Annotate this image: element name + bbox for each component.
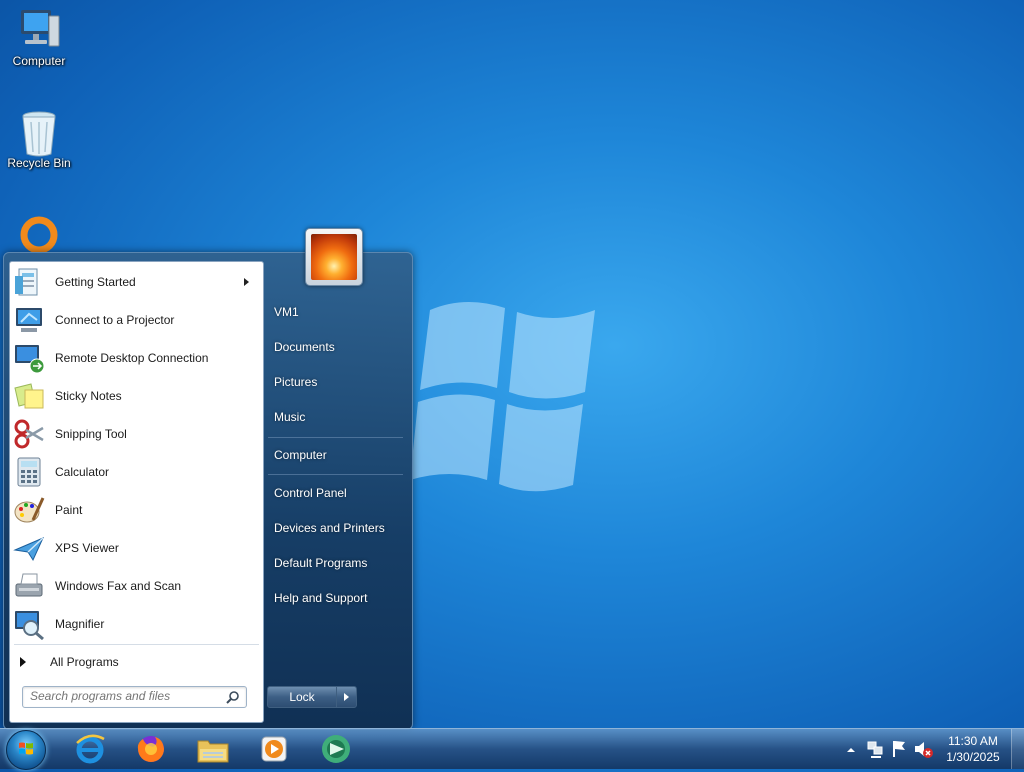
getting-started-icon (13, 266, 45, 298)
program-label: Snipping Tool (55, 427, 127, 441)
avatar-flower-icon (311, 234, 357, 280)
program-connect-to-projector[interactable]: Connect to a Projector (13, 302, 259, 338)
tray-action-center[interactable] (889, 729, 909, 769)
taskbar-media-player[interactable] (256, 731, 292, 767)
chevron-right-icon (344, 693, 349, 701)
all-programs-label: All Programs (50, 655, 119, 669)
media-player-icon (261, 736, 287, 762)
search-input[interactable] (23, 687, 220, 705)
right-pane-divider (268, 437, 403, 438)
taskbar-app[interactable] (318, 731, 354, 767)
program-label: XPS Viewer (55, 541, 119, 555)
user-avatar[interactable] (305, 228, 363, 286)
start-right-documents[interactable]: Documents (271, 333, 406, 361)
program-label: Connect to a Projector (55, 313, 175, 327)
taskbar-file-explorer[interactable] (195, 731, 231, 767)
start-button[interactable] (6, 730, 46, 770)
desktop-icon-recycle-bin[interactable]: Recycle Bin (0, 110, 78, 170)
program-magnifier[interactable]: Magnifier (13, 606, 259, 642)
clock-date: 1/30/2025 (946, 750, 1000, 764)
start-right-default-programs[interactable]: Default Programs (271, 549, 406, 577)
program-label: Windows Fax and Scan (55, 579, 182, 593)
program-paint[interactable]: Paint (13, 492, 259, 528)
start-right-user-folder[interactable]: VM1 (271, 298, 406, 326)
desktop-icon-label: Computer (12, 54, 66, 68)
internet-explorer-icon (76, 734, 105, 764)
chevron-up-icon (847, 748, 855, 752)
projector-icon (13, 304, 45, 336)
fax-scan-icon (13, 570, 45, 602)
snipping-tool-icon (13, 418, 45, 450)
taskbar-internet-explorer[interactable] (72, 731, 108, 767)
program-remote-desktop[interactable]: Remote Desktop Connection (13, 340, 259, 376)
program-xps-viewer[interactable]: XPS Viewer (13, 530, 259, 566)
all-programs-button[interactable]: All Programs (20, 652, 119, 672)
power-options-arrow-button[interactable] (336, 686, 357, 708)
firefox-icon (137, 736, 164, 762)
sticky-notes-icon (13, 380, 45, 412)
wallpaper-windows-logo (405, 280, 630, 495)
program-calculator[interactable]: Calculator (13, 454, 259, 490)
start-right-computer[interactable]: Computer (271, 441, 406, 469)
volume-muted-icon (915, 742, 933, 758)
tray-volume[interactable] (912, 729, 934, 769)
submenu-arrow-icon (244, 278, 249, 286)
program-label: Remote Desktop Connection (55, 351, 209, 365)
recycle-bin-icon (15, 110, 63, 157)
all-programs-arrow-icon (20, 657, 26, 667)
program-getting-started[interactable]: Getting Started (13, 264, 259, 300)
show-desktop-button[interactable] (1011, 729, 1024, 769)
program-sticky-notes[interactable]: Sticky Notes (13, 378, 259, 414)
desktop-icon-label: Recycle Bin (7, 156, 71, 170)
windows-flag-icon (19, 742, 33, 755)
taskbar: 11:30 AM 1/30/2025 (0, 728, 1024, 770)
program-label: Magnifier (55, 617, 105, 631)
taskbar-clock[interactable]: 11:30 AM 1/30/2025 (936, 733, 1010, 765)
programs-divider (14, 644, 259, 645)
magnifier-icon (13, 608, 45, 641)
program-fax-and-scan[interactable]: Windows Fax and Scan (13, 568, 259, 604)
clock-time: 11:30 AM (948, 734, 998, 748)
calculator-icon (13, 456, 45, 488)
action-center-flag-icon (893, 741, 905, 757)
lock-button[interactable]: Lock (267, 686, 337, 708)
taskbar-firefox[interactable] (133, 731, 169, 767)
program-label: Calculator (55, 465, 110, 479)
tray-network[interactable] (865, 729, 885, 769)
start-right-help-support[interactable]: Help and Support (271, 584, 406, 612)
program-label: Paint (55, 503, 83, 517)
start-menu-programs-pane: Getting Started Connect to a Projector R… (9, 261, 264, 723)
right-pane-divider (268, 474, 403, 475)
remote-desktop-icon (13, 342, 45, 374)
program-snipping-tool[interactable]: Snipping Tool (13, 416, 259, 452)
start-right-devices-printers[interactable]: Devices and Printers (271, 514, 406, 542)
program-label: Sticky Notes (55, 389, 122, 403)
show-hidden-icons-button[interactable] (844, 729, 858, 769)
paint-icon (13, 494, 45, 526)
program-label: Getting Started (55, 275, 136, 289)
desktop-icon-computer[interactable]: Computer (0, 8, 78, 68)
start-right-control-panel[interactable]: Control Panel (271, 479, 406, 507)
xps-viewer-icon (13, 532, 45, 564)
network-icon (867, 741, 883, 758)
computer-icon (15, 8, 63, 52)
start-right-music[interactable]: Music (271, 403, 406, 431)
search-icon[interactable] (226, 690, 240, 704)
file-explorer-icon (197, 740, 229, 763)
search-box[interactable] (22, 686, 247, 708)
start-right-pictures[interactable]: Pictures (271, 368, 406, 396)
app-icon (322, 735, 350, 763)
